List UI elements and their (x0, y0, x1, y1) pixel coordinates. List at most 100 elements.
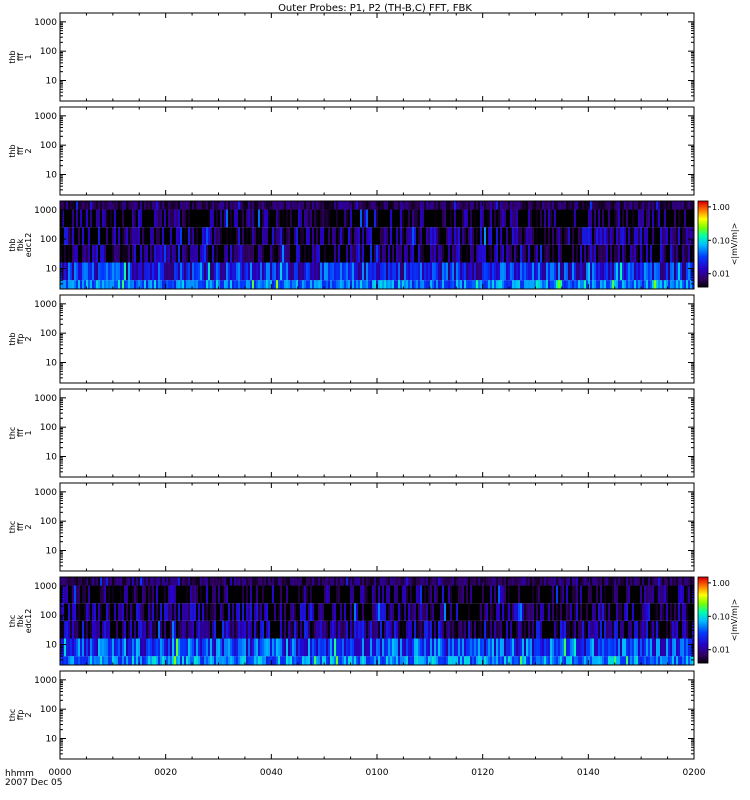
spectrogram-cell (624, 656, 627, 665)
spectrogram-cell (518, 209, 521, 228)
spectrogram-cell (630, 201, 633, 210)
spectrogram-cell (314, 244, 317, 263)
spectrogram-cell (462, 280, 465, 289)
spectrogram-cell (172, 227, 175, 245)
spectrogram-cell (466, 201, 469, 210)
spectrogram-cell (336, 620, 339, 639)
spectrogram-cell (674, 227, 677, 245)
spectrogram-cell (670, 585, 673, 604)
spectrogram-cell (540, 209, 543, 228)
spectrogram-cell (356, 280, 359, 289)
spectrogram-cell (310, 577, 313, 586)
spectrogram-cell (132, 262, 135, 281)
spectrogram-cell (334, 262, 337, 281)
spectrogram-cell (372, 262, 375, 281)
spectrogram-cell (684, 244, 687, 263)
spectrogram-cell (528, 244, 531, 263)
spectrogram-cell (104, 244, 107, 263)
spectrogram-cell (412, 244, 415, 263)
spectrogram-cell (64, 620, 67, 639)
y-axis-label: 1 (24, 54, 33, 59)
spectrogram-cell (508, 227, 511, 245)
spectrogram-cell (142, 262, 145, 281)
spectrogram-cell (114, 577, 117, 586)
spectrogram-cell (422, 244, 425, 263)
spectrogram-cell (310, 656, 313, 665)
spectrogram-cell (672, 227, 675, 245)
spectrogram-cell (460, 577, 463, 586)
spectrogram-cell (132, 656, 135, 665)
spectrogram-cell (224, 577, 227, 586)
spectrogram-cell (480, 585, 483, 604)
spectrogram-cell (484, 656, 487, 665)
spectrogram-cell (192, 620, 195, 639)
spectrogram-cell (432, 656, 435, 665)
spectrogram-cell (326, 280, 329, 289)
spectrogram-cell (330, 280, 333, 289)
spectrogram-cell (232, 227, 235, 245)
spectrogram-cell (130, 603, 133, 621)
spectrogram-cell (512, 620, 515, 639)
spectrogram-cell (510, 577, 513, 586)
spectrogram-cell (316, 603, 319, 621)
spectrogram-cell (286, 620, 289, 639)
spectrogram-cell (516, 244, 519, 263)
spectrogram-cell (586, 638, 589, 657)
spectrogram-cell (496, 209, 499, 228)
spectrogram-cell (678, 262, 681, 281)
spectrogram-cell (640, 585, 643, 604)
spectrogram-cell (652, 201, 655, 210)
spectrogram-cell (668, 209, 671, 228)
spectrogram-cell (260, 638, 263, 657)
spectrogram-cell (76, 603, 79, 621)
spectrogram-cell (248, 577, 251, 586)
spectrogram-cell (454, 620, 457, 639)
spectrogram-cell (448, 585, 451, 604)
spectrogram-cell (520, 209, 523, 228)
spectrogram-cell (650, 638, 653, 657)
spectrogram-cell (452, 201, 455, 210)
spectrogram-cell (542, 620, 545, 639)
spectrogram-cell (384, 638, 387, 657)
spectrogram-cell (616, 227, 619, 245)
spectrogram-cell (630, 280, 633, 289)
spectrogram-cell (610, 201, 613, 210)
spectrogram-cell (266, 577, 269, 586)
spectrogram-cell (294, 201, 297, 210)
spectrogram-cell (74, 244, 77, 263)
spectrogram-cell (432, 280, 435, 289)
spectrogram-cell (338, 656, 341, 665)
spectrogram-cell (680, 280, 683, 289)
spectrogram-cell (172, 620, 175, 639)
spectrogram-cell (108, 585, 111, 604)
spectrogram-cell (72, 577, 75, 586)
spectrogram-cell (670, 201, 673, 210)
spectrogram-cell (200, 585, 203, 604)
spectrogram-cell (266, 262, 269, 281)
spectrogram-cell (178, 638, 181, 657)
spectrogram-cell (228, 262, 231, 281)
spectrogram-cell (318, 603, 321, 621)
spectrogram-cell (512, 209, 515, 228)
spectrogram-cell (554, 620, 557, 639)
spectrogram-cell (122, 209, 125, 228)
spectrogram-cell (94, 201, 97, 210)
spectrogram-cell (682, 227, 685, 245)
spectrogram-cell (308, 638, 311, 657)
spectrogram-cell (78, 656, 81, 665)
spectrogram-cell (688, 227, 691, 245)
spectrogram-cell (360, 227, 363, 245)
spectrogram-cell (216, 262, 219, 281)
panels: 101001000thb fff 1101001000thb fff 210100100… (8, 12, 739, 760)
spectrogram-cell (480, 603, 483, 621)
spectrogram-cell (96, 244, 99, 263)
spectrogram-cell (244, 209, 247, 228)
spectrogram-cell (554, 262, 557, 281)
spectrogram-cell (400, 244, 403, 263)
spectrogram-cell (584, 227, 587, 245)
spectrogram-cell (160, 280, 163, 289)
spectrogram-cell (484, 209, 487, 228)
spectrogram-cell (162, 227, 165, 245)
spectrogram-cell (478, 262, 481, 281)
spectrogram-cell (518, 577, 521, 586)
